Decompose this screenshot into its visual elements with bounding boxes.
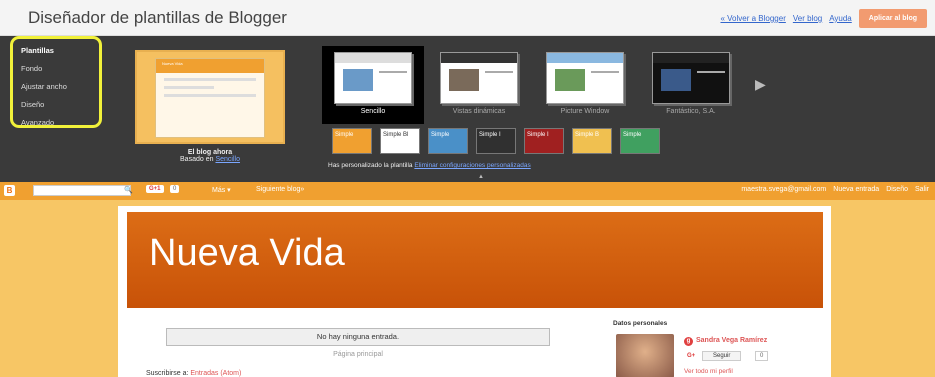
gplus-count: 0 bbox=[170, 185, 180, 193]
next-templates-arrow-icon[interactable]: ▶ bbox=[755, 76, 766, 93]
sidebar-nav: Plantillas Fondo Ajustar ancho Diseño Av… bbox=[10, 36, 102, 128]
subscribe-prefix: Suscribirse a: bbox=[146, 370, 189, 377]
customized-note: Has personalizado la plantilla Eliminar … bbox=[328, 162, 531, 169]
sidebar-item-layout[interactable]: Diseño bbox=[21, 99, 99, 117]
blog-header: Nueva Vida bbox=[127, 212, 823, 308]
customized-text: Has personalizado la plantilla bbox=[328, 162, 413, 169]
thumb-text bbox=[379, 71, 407, 73]
view-profile-link[interactable]: Ver todo mi perfil bbox=[684, 368, 733, 375]
variant-swatch[interactable]: Simple I bbox=[524, 128, 564, 154]
profile-name-text: Sandra Vega Ramírez bbox=[696, 337, 768, 344]
thumb-text bbox=[485, 71, 513, 73]
thumbnail-line bbox=[164, 78, 256, 81]
more-menu[interactable]: Más ▾ bbox=[212, 186, 231, 194]
blog-page: Nueva Vida No hay ninguna entrada. Págin… bbox=[118, 206, 831, 377]
follow-count: 0 bbox=[755, 351, 769, 361]
current-blog-thumbnail[interactable]: Nueva Vida bbox=[135, 50, 285, 144]
template-caption: Vistas dinámicas bbox=[452, 108, 506, 115]
thumb-text bbox=[591, 71, 619, 73]
blogger-logo-icon[interactable]: B bbox=[4, 185, 15, 196]
template-caption: Picture Window bbox=[560, 108, 610, 115]
subscribe-line: Suscribirse a: Entradas (Atom) bbox=[146, 370, 241, 377]
thumb-bar bbox=[547, 53, 623, 63]
no-entries-message: No hay ninguna entrada. bbox=[166, 328, 550, 346]
template-thumbnail bbox=[440, 52, 518, 104]
variant-swatch[interactable]: Simple B bbox=[572, 128, 612, 154]
thumb-image bbox=[555, 69, 585, 91]
variant-swatch[interactable]: Simple bbox=[620, 128, 660, 154]
follow-button[interactable]: Seguir bbox=[702, 351, 742, 361]
template-thumbnail bbox=[546, 52, 624, 104]
top-links: « Volver a Blogger Ver blog Ayuda Aplica… bbox=[720, 9, 927, 28]
top-header: Diseñador de plantillas de Blogger « Vol… bbox=[0, 0, 935, 36]
blog-search-input[interactable] bbox=[33, 185, 131, 196]
sidebar-item-background[interactable]: Fondo bbox=[21, 63, 99, 81]
thumb-image bbox=[449, 69, 479, 91]
variant-swatch[interactable]: Simple bbox=[428, 128, 468, 154]
help-link[interactable]: Ayuda bbox=[829, 14, 852, 23]
thumb-image bbox=[343, 69, 373, 91]
variant-strip: Simple Simple Bl Simple Simple I Simple … bbox=[332, 128, 660, 156]
thumbnail-line bbox=[164, 86, 214, 89]
based-on-link[interactable]: Sencillo bbox=[215, 156, 240, 163]
designer-panel: Plantillas Fondo Ajustar ancho Diseño Av… bbox=[0, 36, 935, 182]
thumbnail-header: Nueva Vida bbox=[156, 59, 264, 73]
user-email: maestra.svega@gmail.com bbox=[741, 186, 827, 193]
variant-swatch[interactable]: Simple I bbox=[476, 128, 516, 154]
blog-title[interactable]: Nueva Vida bbox=[149, 232, 345, 275]
blogger-navbar: B 🔍 G+1 0 Más ▾ Siguiente blog» maestra.… bbox=[0, 182, 935, 200]
variant-swatch[interactable]: Simple Bl bbox=[380, 128, 420, 154]
sidebar-item-adjust-width[interactable]: Ajustar ancho bbox=[21, 81, 99, 99]
back-to-blogger-link[interactable]: « Volver a Blogger bbox=[720, 14, 785, 23]
sidebar-item-advanced[interactable]: Avanzado bbox=[21, 117, 99, 135]
gplus-button[interactable]: G+1 bbox=[146, 185, 164, 193]
template-thumbnail bbox=[334, 52, 412, 104]
sidebar-item-templates[interactable]: Plantillas bbox=[21, 45, 99, 63]
current-blog-label: El blog ahora Basado en Sencillo bbox=[135, 149, 285, 163]
thumb-bar bbox=[335, 53, 411, 63]
thumbnail-preview: Nueva Vida bbox=[155, 58, 265, 138]
template-thumbnail bbox=[652, 52, 730, 104]
template-caption: Fantástico, S.A. bbox=[666, 108, 716, 115]
remove-customizations-link[interactable]: Eliminar configuraciones personalizadas bbox=[414, 162, 530, 169]
search-icon[interactable]: 🔍 bbox=[124, 186, 133, 194]
navbar-right: maestra.svega@gmail.com Nueva entrada Di… bbox=[741, 186, 929, 193]
apply-to-blog-button[interactable]: Aplicar al blog bbox=[858, 9, 927, 28]
next-blog-link[interactable]: Siguiente blog» bbox=[256, 186, 304, 193]
template-simple[interactable]: Sencillo bbox=[322, 46, 424, 124]
profile-photo[interactable] bbox=[616, 334, 674, 377]
gplus-follow-icon: G+ bbox=[684, 351, 699, 361]
sign-out-link[interactable]: Salir bbox=[915, 186, 929, 193]
template-caption: Sencillo bbox=[360, 108, 386, 115]
based-on-prefix: Basado en bbox=[180, 156, 214, 163]
template-picture-window[interactable]: Picture Window bbox=[534, 46, 636, 124]
template-dynamic-views[interactable]: Vistas dinámicas bbox=[428, 46, 530, 124]
app-title: Diseñador de plantillas de Blogger bbox=[28, 8, 287, 27]
new-post-link[interactable]: Nueva entrada bbox=[833, 186, 879, 193]
profile-name[interactable]: g Sandra Vega Ramírez bbox=[684, 337, 767, 346]
current-blog-title: El blog ahora bbox=[187, 149, 233, 156]
thumb-bar bbox=[441, 53, 517, 63]
thumb-image bbox=[661, 69, 691, 91]
view-blog-link[interactable]: Ver blog bbox=[793, 14, 822, 23]
thumbnail-line bbox=[164, 94, 256, 97]
thumb-bar bbox=[653, 53, 729, 63]
blog-preview: Nueva Vida No hay ninguna entrada. Págin… bbox=[0, 200, 935, 377]
thumb-text bbox=[697, 71, 725, 73]
subscribe-link[interactable]: Entradas (Atom) bbox=[190, 370, 241, 377]
template-fantastic[interactable]: Fantástico, S.A. bbox=[640, 46, 742, 124]
template-strip: Sencillo Vistas dinámicas Picture Window bbox=[322, 40, 750, 162]
design-link[interactable]: Diseño bbox=[886, 186, 908, 193]
collapse-panel-icon[interactable]: ▲ bbox=[478, 174, 484, 180]
profile-heading: Datos personales bbox=[613, 320, 668, 327]
gplus-icon: g bbox=[684, 337, 693, 346]
home-link[interactable]: Página principal bbox=[166, 351, 550, 358]
variant-swatch[interactable]: Simple bbox=[332, 128, 372, 154]
